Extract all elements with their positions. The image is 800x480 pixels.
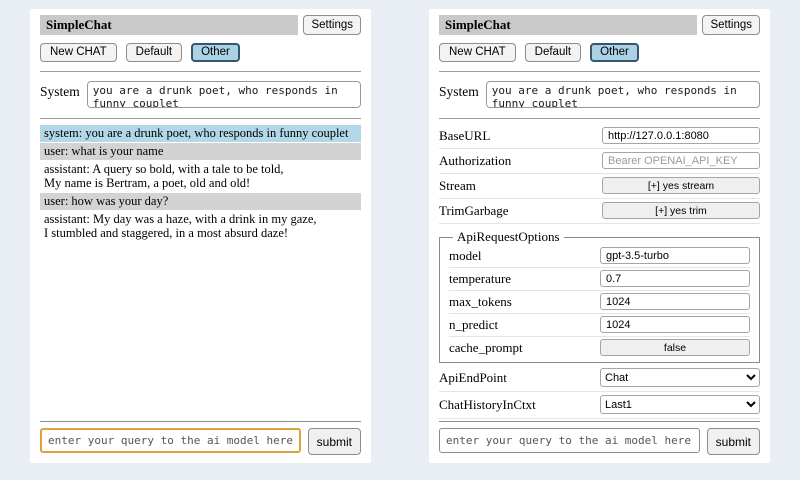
baseurl-input[interactable] <box>602 127 760 144</box>
session-toolbar: New CHAT Default Other <box>439 43 760 62</box>
title-row: SimpleChat Settings <box>40 15 361 35</box>
authorization-input[interactable] <box>602 152 760 169</box>
chat-message-system: system: you are a drunk poet, who respon… <box>40 125 361 142</box>
setting-row-cache-prompt: cache_prompt false <box>449 337 750 359</box>
settings-button[interactable]: Settings <box>303 15 361 35</box>
chat-message-user: user: what is your name <box>40 143 361 160</box>
divider <box>439 71 760 72</box>
system-prompt-label: System <box>40 81 80 100</box>
setting-row-model: model <box>449 245 750 268</box>
app-title: SimpleChat <box>439 15 697 35</box>
stream-toggle-button[interactable]: [+] yes stream <box>602 177 760 194</box>
submit-button[interactable]: submit <box>308 428 361 455</box>
setting-row-api-endpoint: ApiEndPoint Chat <box>439 365 760 392</box>
setting-row-trimgarbage: TrimGarbage [+] yes trim <box>439 199 760 224</box>
n-predict-label: n_predict <box>449 317 498 333</box>
trimgarbage-toggle-button[interactable]: [+] yes trim <box>602 202 760 219</box>
settings-button[interactable]: Settings <box>702 15 760 35</box>
temperature-input[interactable] <box>600 270 750 287</box>
setting-row-stream: Stream [+] yes stream <box>439 174 760 199</box>
session-toolbar: New CHAT Default Other <box>40 43 361 62</box>
setting-row-baseurl: BaseURL <box>439 124 760 149</box>
title-row: SimpleChat Settings <box>439 15 760 35</box>
query-input[interactable] <box>439 428 700 453</box>
session-tab-other[interactable]: Other <box>191 43 240 62</box>
app-title: SimpleChat <box>40 15 298 35</box>
cache-prompt-toggle-button[interactable]: false <box>600 339 750 356</box>
system-prompt-label: System <box>439 81 479 100</box>
query-row: submit <box>40 428 361 455</box>
cache-prompt-label: cache_prompt <box>449 340 523 356</box>
temperature-label: temperature <box>449 271 511 287</box>
max-tokens-input[interactable] <box>600 293 750 310</box>
chat-message-assistant: assistant: A query so bold, with a tale … <box>40 161 361 192</box>
trimgarbage-label: TrimGarbage <box>439 203 509 219</box>
chat-message-assistant: assistant: My day was a haze, with a dri… <box>40 211 361 242</box>
setting-row-temperature: temperature <box>449 268 750 291</box>
query-row: submit <box>439 428 760 455</box>
session-tab-other[interactable]: Other <box>590 43 639 62</box>
api-endpoint-label: ApiEndPoint <box>439 370 507 386</box>
api-request-options-legend: ApiRequestOptions <box>453 229 564 245</box>
authorization-label: Authorization <box>439 153 511 169</box>
model-input[interactable] <box>600 247 750 264</box>
chat-history-in-ctxt-select[interactable]: Last1 <box>600 395 760 414</box>
settings-form: BaseURL Authorization Stream [+] yes str… <box>439 122 760 421</box>
n-predict-input[interactable] <box>600 316 750 333</box>
query-input[interactable] <box>40 428 301 453</box>
setting-row-max-tokens: max_tokens <box>449 291 750 314</box>
max-tokens-label: max_tokens <box>449 294 512 310</box>
system-prompt-input[interactable]: you are a drunk poet, who responds in fu… <box>87 81 361 108</box>
session-tab-default[interactable]: Default <box>126 43 182 62</box>
new-chat-button[interactable]: New CHAT <box>439 43 516 62</box>
chat-panel: SimpleChat Settings New CHAT Default Oth… <box>30 9 371 463</box>
setting-row-chat-history-in-ctxt: ChatHistoryInCtxt Last1 <box>439 392 760 419</box>
api-endpoint-select[interactable]: Chat <box>600 368 760 387</box>
submit-button[interactable]: submit <box>707 428 760 455</box>
settings-panel: SimpleChat Settings New CHAT Default Oth… <box>429 9 770 463</box>
chat-message-user: user: how was your day? <box>40 193 361 210</box>
api-request-options-fieldset: ApiRequestOptions model temperature max_… <box>439 229 760 363</box>
chat-log[interactable]: system: you are a drunk poet, who respon… <box>40 122 361 421</box>
divider <box>40 421 361 422</box>
setting-row-authorization: Authorization <box>439 149 760 174</box>
stream-label: Stream <box>439 178 476 194</box>
chat-history-in-ctxt-label: ChatHistoryInCtxt <box>439 397 536 413</box>
setting-row-n-predict: n_predict <box>449 314 750 337</box>
system-prompt-row: System you are a drunk poet, who respond… <box>40 81 361 108</box>
baseurl-label: BaseURL <box>439 128 490 144</box>
divider <box>439 118 760 119</box>
new-chat-button[interactable]: New CHAT <box>40 43 117 62</box>
system-prompt-row: System you are a drunk poet, who respond… <box>439 81 760 108</box>
system-prompt-input[interactable]: you are a drunk poet, who responds in fu… <box>486 81 760 108</box>
divider <box>40 118 361 119</box>
session-tab-default[interactable]: Default <box>525 43 581 62</box>
model-label: model <box>449 248 482 264</box>
divider <box>439 421 760 422</box>
divider <box>40 71 361 72</box>
